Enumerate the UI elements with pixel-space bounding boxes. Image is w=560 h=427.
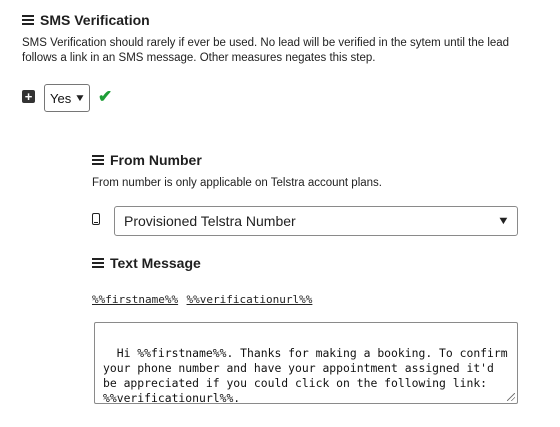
sms-enabled-value: Yes: [50, 90, 72, 106]
firstname-token-link[interactable]: %%firstname%%: [92, 293, 178, 306]
menu-icon: [92, 155, 104, 165]
text-message-title: Text Message: [110, 255, 201, 271]
text-message-textarea[interactable]: Hi %%firstname%%. Thanks for making a bo…: [94, 322, 518, 405]
phone-icon: [92, 213, 100, 225]
text-message-body: Hi %%firstname%%. Thanks for making a bo…: [103, 346, 515, 405]
menu-icon: [22, 15, 34, 25]
from-number-description: From number is only applicable on Telstr…: [92, 177, 382, 189]
chevron-down-icon: ▼: [497, 215, 511, 227]
check-icon: ✔: [98, 87, 113, 106]
from-number-value: Provisioned Telstra Number: [124, 213, 296, 229]
sms-verification-heading: SMS Verification: [22, 12, 150, 28]
sms-verification-title: SMS Verification: [40, 12, 150, 28]
from-number-select[interactable]: Provisioned Telstra Number ▼: [114, 206, 518, 236]
resize-handle[interactable]: [507, 393, 515, 401]
from-number-heading: From Number: [92, 152, 202, 168]
plus-square-icon[interactable]: +: [22, 90, 35, 103]
chevron-down-icon: ▼: [74, 92, 87, 104]
sms-verification-description: SMS Verification should rarely if ever b…: [22, 37, 510, 64]
token-list: %%firstname%% %%verificationurl%%: [92, 290, 312, 308]
text-message-heading: Text Message: [92, 255, 201, 271]
sms-enabled-select[interactable]: Yes ▼: [44, 84, 91, 112]
from-number-title: From Number: [110, 152, 202, 168]
verificationurl-token-link[interactable]: %%verificationurl%%: [187, 293, 313, 306]
menu-icon: [92, 258, 104, 268]
